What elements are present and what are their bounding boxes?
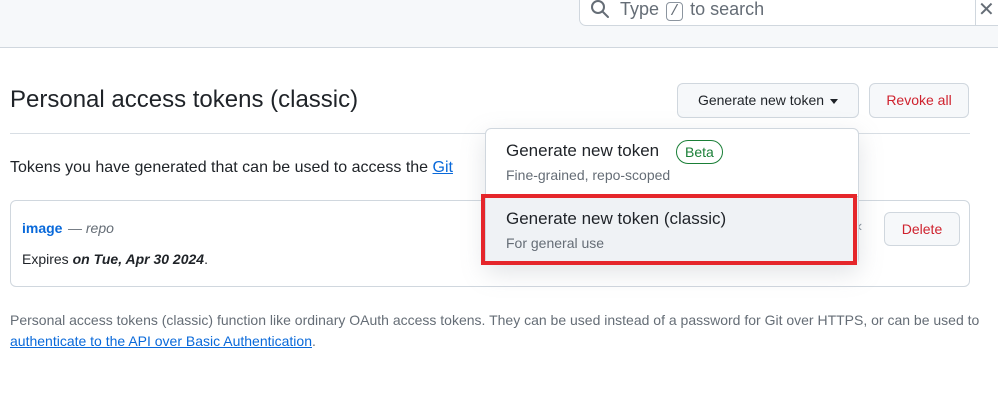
close-icon[interactable]: ✕: [978, 0, 995, 22]
menu-item-title: Generate new token (classic): [506, 209, 727, 228]
caret-down-icon: [830, 98, 839, 104]
token-expiry: Expires on Tue, Apr 30 2024.: [22, 251, 208, 267]
search-shortcut-key: /: [666, 2, 684, 21]
revoke-all-button[interactable]: Revoke all: [869, 83, 969, 118]
delete-token-button[interactable]: Delete: [884, 212, 960, 246]
intro-text-body: Tokens you have generated that can be us…: [10, 159, 433, 176]
search-input[interactable]: Type / to search ✕: [579, 0, 998, 26]
token-expiry-prefix: Expires: [22, 251, 73, 267]
search-divider: [975, 0, 976, 25]
generate-new-token-label: Generate new token: [697, 92, 825, 108]
menu-item-fine-grained-token[interactable]: Generate new token Beta Fine-grained, re…: [486, 129, 858, 196]
intro-text: Tokens you have generated that can be us…: [10, 157, 453, 179]
token-name-link[interactable]: image: [22, 220, 62, 236]
page-title: Personal access tokens (classic): [10, 86, 359, 113]
token-expiry-suffix: .: [204, 251, 208, 267]
search-placeholder: Type / to search: [620, 0, 764, 21]
token-scope: — repo: [68, 220, 114, 236]
search-icon: [591, 0, 609, 18]
generate-token-dropdown: Generate new token Beta Fine-grained, re…: [485, 128, 859, 265]
intro-link[interactable]: Git: [433, 159, 453, 176]
top-bar: Type / to search ✕: [0, 0, 998, 48]
footer-text-before: Personal access tokens (classic) functio…: [10, 312, 980, 328]
menu-item-classic-token[interactable]: Generate new token (classic) For general…: [486, 197, 858, 264]
menu-item-subtitle: For general use: [506, 235, 605, 251]
token-expiry-date: on Tue, Apr 30 2024: [72, 251, 205, 267]
menu-item-title: Generate new token: [506, 141, 660, 160]
search-placeholder-after: to search: [690, 0, 765, 19]
footer-description: Personal access tokens (classic) functio…: [10, 310, 980, 352]
footer-text-after: .: [311, 333, 316, 349]
beta-badge: Beta: [676, 140, 723, 164]
token-scope-value: repo: [85, 220, 114, 236]
basic-auth-link[interactable]: authenticate to the API over Basic Authe…: [10, 333, 312, 349]
menu-item-subtitle: Fine-grained, repo-scoped: [506, 167, 671, 183]
token-scope-separator: —: [68, 220, 86, 236]
search-placeholder-before: Type: [620, 0, 660, 19]
generate-new-token-button[interactable]: Generate new token: [677, 83, 859, 118]
